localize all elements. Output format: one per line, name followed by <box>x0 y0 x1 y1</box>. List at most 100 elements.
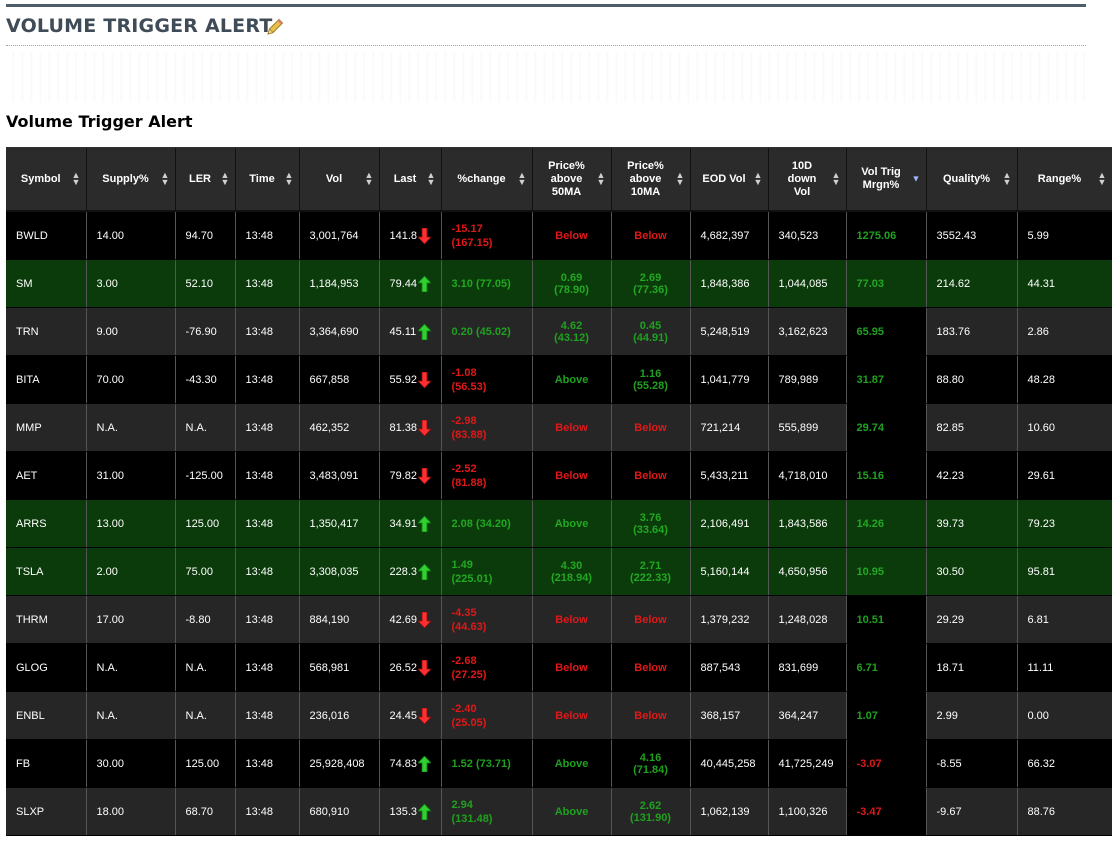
above-10ma-cell: Below <box>611 691 691 740</box>
above-50ma-cell-value: Below <box>555 709 588 722</box>
sort-icon[interactable]: ▲ ▼ <box>427 171 436 187</box>
table-row[interactable]: MMP N.A. N.A. 13:48 462,352 81.38 -2.98 (83.88… <box>6 403 1112 452</box>
above-10ma-cell: 3.76 (33.64) <box>611 499 691 548</box>
percent-change-cell-value: -2.98 (83.88) <box>451 414 487 441</box>
pencil-icon[interactable] <box>265 17 285 37</box>
quality-cell: 82.85 <box>926 403 1018 452</box>
sort-icon[interactable]: ▲ ▼ <box>1098 171 1107 187</box>
sort-icon[interactable]: ▲ ▼ <box>365 171 374 187</box>
sort-icon[interactable]: ▲ ▼ <box>754 171 763 187</box>
column-header-eod-vol[interactable]: EOD Vol ▲ ▼ <box>690 148 769 212</box>
vol-trig-margin-cell: 10.51 <box>846 595 927 644</box>
above-50ma-cell-value: Above <box>554 373 589 386</box>
10d-down-vol-cell: 364,247 <box>768 691 847 740</box>
above-50ma-cell: Above <box>532 355 612 404</box>
table-row[interactable]: ENBL N.A. N.A. 13:48 236,016 24.45 -2.40 (25.0… <box>6 691 1112 740</box>
column-header-price-above-50ma[interactable]: Price% above 50MA ▲ ▼ <box>532 148 612 212</box>
arrow-down-icon <box>416 707 432 725</box>
vol-trig-margin-cell: 1.07 <box>846 691 927 740</box>
above-50ma-cell: 4.30 (218.94) <box>532 547 612 596</box>
column-header-label: 10D down Vol <box>787 159 817 198</box>
above-10ma-cell: 0.45 (44.91) <box>611 307 691 356</box>
table-row[interactable]: SLXP 18.00 68.70 13:48 680,910 135.3 2.94 (131… <box>6 787 1112 836</box>
above-10ma-cell-value: Below <box>634 469 667 482</box>
ler-cell: 68.70 <box>175 787 236 836</box>
column-header--change[interactable]: %change ▲ ▼ <box>441 148 533 212</box>
vol-cell: 667,858 <box>299 355 380 404</box>
quality-cell: 42.23 <box>926 451 1018 500</box>
vol-cell: 1,184,953 <box>299 259 380 308</box>
time-cell: 13:48 <box>235 499 300 548</box>
sort-icon[interactable]: ▲ ▼ <box>285 171 294 187</box>
eod-vol-cell: 1,062,139 <box>690 787 769 836</box>
table-row[interactable]: THRM 17.00 -8.80 13:48 884,190 42.69 -4.35 (44… <box>6 595 1112 644</box>
column-header-time[interactable]: Time ▲ ▼ <box>235 148 300 212</box>
column-header-range[interactable]: Range% ▲ ▼ <box>1017 148 1112 212</box>
range-cell: 6.81 <box>1017 595 1112 644</box>
above-10ma-cell: 2.62 (131.90) <box>611 787 691 836</box>
column-header-price-above-10ma[interactable]: Price% above 10MA ▲ ▼ <box>611 148 691 212</box>
10d-down-vol-cell: 4,650,956 <box>768 547 847 596</box>
arrow-down-icon <box>416 371 432 389</box>
sort-icon[interactable]: ▲ ▼ <box>518 171 527 187</box>
column-header-vol-trig-mrgn[interactable]: Vol Trig Mrgn% ▼ <box>846 148 927 212</box>
table-row[interactable]: TRN 9.00 -76.90 13:48 3,364,690 45.11 0.20 (45… <box>6 307 1112 356</box>
column-header-10d-down-vol[interactable]: 10D down Vol ▲ ▼ <box>768 148 847 212</box>
percent-change-cell-value: 3.10 (77.05) <box>451 277 511 290</box>
table-row[interactable]: BITA 70.00 -43.30 13:48 667,858 55.92 -1.08 (5… <box>6 355 1112 404</box>
above-50ma-cell-value: Above <box>554 757 589 770</box>
table-row[interactable]: TSLA 2.00 75.00 13:48 3,308,035 228.3 1.49 (22… <box>6 547 1112 596</box>
percent-change-cell-value: 0.20 (45.02) <box>451 325 511 338</box>
vol-trig-margin-cell: 29.74 <box>846 403 927 452</box>
time-cell: 13:48 <box>235 643 300 692</box>
last-price-cell: 79.44 <box>379 259 442 308</box>
ler-cell: 125.00 <box>175 499 236 548</box>
above-10ma-cell-value: 2.62 (131.90) <box>630 799 671 824</box>
sort-icon[interactable]: ▲ ▼ <box>597 171 606 187</box>
table-row[interactable]: BWLD 14.00 94.70 13:48 3,001,764 141.8 -15.17 … <box>6 211 1112 260</box>
ler-cell: N.A. <box>175 403 236 452</box>
above-50ma-cell-value: Below <box>555 229 588 242</box>
above-10ma-cell-value: Below <box>634 421 667 434</box>
column-header-vol[interactable]: Vol ▲ ▼ <box>299 148 380 212</box>
table-row[interactable]: ARRS 13.00 125.00 13:48 1,350,417 34.91 2.08 (… <box>6 499 1112 548</box>
sort-icon[interactable]: ▲ ▼ <box>676 171 685 187</box>
column-header-label: Range% <box>1037 172 1082 185</box>
supply-cell: 9.00 <box>86 307 176 356</box>
table-row[interactable]: SM 3.00 52.10 13:48 1,184,953 79.44 3.10 (77.0… <box>6 259 1112 308</box>
sort-desc-icon[interactable]: ▼ <box>912 174 921 183</box>
table-row[interactable]: GLOG N.A. N.A. 13:48 568,981 26.52 -2.68 (27.2… <box>6 643 1112 692</box>
vol-cell: 680,910 <box>299 787 380 836</box>
quality-cell: 18.71 <box>926 643 1018 692</box>
sort-icon[interactable]: ▲ ▼ <box>221 171 230 187</box>
table-header-row: Symbol ▲ ▼ Supply% ▲ ▼ LER ▲ ▼ Time ▲ ▼ Vol ▲ ▼ Last ▲ ▼%… <box>6 148 1112 212</box>
column-header-quality[interactable]: Quality% ▲ ▼ <box>926 148 1018 212</box>
time-cell: 13:48 <box>235 691 300 740</box>
column-header-last[interactable]: Last ▲ ▼ <box>379 148 442 212</box>
sort-icon[interactable]: ▲ ▼ <box>161 171 170 187</box>
column-header-supply[interactable]: Supply% ▲ ▼ <box>86 148 176 212</box>
arrow-up-icon <box>416 514 432 532</box>
column-header-symbol[interactable]: Symbol ▲ ▼ <box>6 148 87 212</box>
sort-icon[interactable]: ▲ ▼ <box>832 171 841 187</box>
alert-table: Symbol ▲ ▼ Supply% ▲ ▼ LER ▲ ▼ Time ▲ ▼ Vol ▲ ▼ Last ▲ ▼%… <box>6 148 1112 836</box>
range-cell: 79.23 <box>1017 499 1112 548</box>
column-header-ler[interactable]: LER ▲ ▼ <box>175 148 236 212</box>
table-row[interactable]: FB 30.00 125.00 13:48 25,928,408 74.83 1.52 (7… <box>6 739 1112 788</box>
last-price-value: 74.83 <box>389 757 418 770</box>
supply-cell: 14.00 <box>86 211 176 260</box>
table-row[interactable]: AET 31.00 -125.00 13:48 3,483,091 79.82 -2.52 … <box>6 451 1112 500</box>
above-10ma-cell: Below <box>611 643 691 692</box>
percent-change-cell-value: -15.17 (167.15) <box>451 222 493 249</box>
range-cell: 44.31 <box>1017 259 1112 308</box>
range-cell: 48.28 <box>1017 355 1112 404</box>
above-50ma-cell: 0.69 (78.90) <box>532 259 612 308</box>
last-price-cell: 26.52 <box>379 643 442 692</box>
sort-icon[interactable]: ▲ ▼ <box>1003 171 1012 187</box>
table-body: BWLD 14.00 94.70 13:48 3,001,764 141.8 -15.17 … <box>6 211 1112 836</box>
sort-icon[interactable]: ▲ ▼ <box>72 171 81 187</box>
range-cell: 2.86 <box>1017 307 1112 356</box>
eod-vol-cell: 1,379,232 <box>690 595 769 644</box>
10d-down-vol-cell: 4,718,010 <box>768 451 847 500</box>
10d-down-vol-cell: 1,248,028 <box>768 595 847 644</box>
